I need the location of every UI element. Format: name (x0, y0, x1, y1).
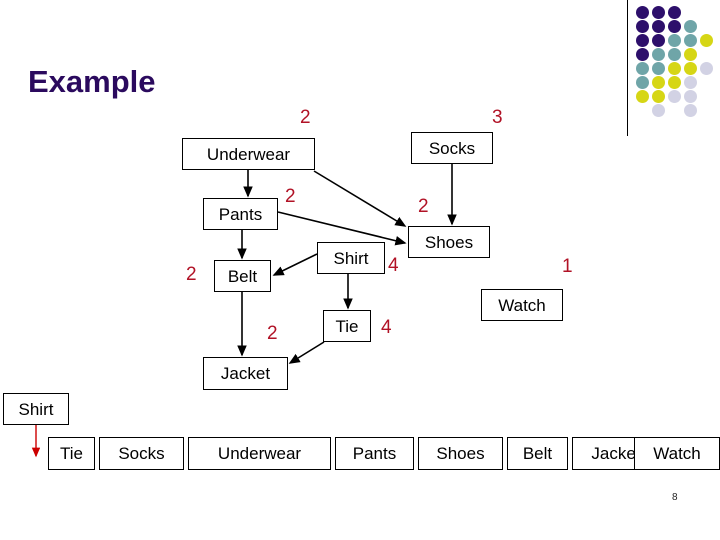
deco-dot-icon (652, 104, 665, 117)
sorted-item-underwear: Underwear (188, 437, 331, 470)
weight-label-shirt: 4 (388, 255, 399, 276)
deco-dot-icon (668, 34, 681, 47)
deco-dot-icon (636, 90, 649, 103)
deco-dot-icon (684, 76, 697, 89)
deco-dot-icon (652, 6, 665, 19)
sorted-item-shoes: Shoes (418, 437, 503, 470)
current-node-box: Shirt (3, 393, 69, 425)
graph-node-jacket: Jacket (203, 357, 288, 390)
deco-dot-icon (636, 48, 649, 61)
deco-dot-icon (636, 34, 649, 47)
deco-dot-icon (652, 34, 665, 47)
deco-dot-icon (668, 90, 681, 103)
deco-dot-icon (636, 6, 649, 19)
graph-node-tie: Tie (323, 310, 371, 342)
page-title: Example (28, 64, 156, 99)
graph-node-belt: Belt (214, 260, 271, 292)
deco-dot-icon (652, 76, 665, 89)
dot-grid-decoration (636, 6, 720, 118)
deco-dot-icon (636, 20, 649, 33)
graph-node-socks: Socks (411, 132, 493, 164)
graph-node-pants: Pants (203, 198, 278, 230)
deco-dot-icon (700, 62, 713, 75)
sorted-item-socks: Socks (99, 437, 184, 470)
deco-dot-icon (636, 76, 649, 89)
deco-dot-icon (684, 104, 697, 117)
deco-dot-icon (652, 48, 665, 61)
sorted-item-watch: Watch (634, 437, 720, 470)
deco-dot-icon (684, 20, 697, 33)
graph-node-shirt: Shirt (317, 242, 385, 274)
sorted-item-belt: Belt (507, 437, 568, 470)
weight-label-underwear: 2 (300, 107, 311, 128)
deco-dot-icon (668, 76, 681, 89)
page-number: 8 (672, 492, 678, 503)
sorted-item-pants: Pants (335, 437, 414, 470)
graph-node-watch: Watch (481, 289, 563, 321)
deco-dot-icon (684, 90, 697, 103)
edge-underwear-to-shoes (313, 170, 407, 227)
deco-dot-icon (652, 90, 665, 103)
deco-dot-icon (668, 20, 681, 33)
deco-dot-icon (668, 6, 681, 19)
deco-dot-icon (652, 20, 665, 33)
edge-pants-to-shoes (277, 211, 407, 246)
graph-node-shoes: Shoes (408, 226, 490, 258)
deco-dot-icon (668, 62, 681, 75)
weight-label-jacket: 2 (267, 323, 278, 344)
deco-dot-icon (684, 34, 697, 47)
weight-label-shoes: 2 (418, 196, 429, 217)
deco-dot-icon (668, 48, 681, 61)
graph-node-underwear: Underwear (182, 138, 315, 170)
deco-dot-icon (700, 34, 713, 47)
deco-dot-icon (684, 48, 697, 61)
deco-dot-icon (652, 62, 665, 75)
deco-dot-icon (636, 62, 649, 75)
deco-dot-icon (684, 62, 697, 75)
slide-canvas: Example Underwear Socks Pants Shoes Shirt Bel… (0, 0, 720, 540)
vertical-divider (627, 0, 628, 136)
sorted-item-tie: Tie (48, 437, 95, 470)
weight-label-pants: 2 (285, 186, 296, 207)
edge-shirt-to-belt (272, 253, 318, 276)
weight-label-tie: 4 (381, 317, 392, 338)
weight-label-watch: 1 (562, 256, 573, 277)
edge-tie-to-jacket (288, 341, 325, 364)
weight-label-belt: 2 (186, 264, 197, 285)
weight-label-socks: 3 (492, 107, 503, 128)
